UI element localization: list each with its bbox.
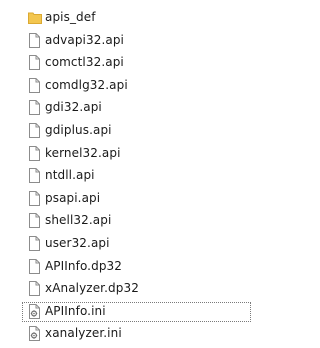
file-item[interactable]: ntdll.api bbox=[0, 165, 253, 187]
file-icon bbox=[29, 168, 40, 184]
file-item[interactable]: APIInfo.ini bbox=[0, 301, 253, 323]
file-name-label: APIInfo.dp32 bbox=[45, 258, 123, 273]
file-icon bbox=[29, 145, 40, 161]
file-name-label: comdlg32.api bbox=[45, 77, 128, 92]
file-icon bbox=[29, 122, 40, 138]
file-icon bbox=[29, 32, 40, 48]
file-name-label: comctl32.api bbox=[45, 55, 124, 70]
file-name-label: user32.api bbox=[45, 235, 110, 250]
file-item[interactable]: gdi32.api bbox=[0, 97, 253, 119]
file-item[interactable]: comdlg32.api bbox=[0, 75, 253, 97]
file-icon bbox=[29, 258, 40, 274]
file-name-label: gdiplus.api bbox=[45, 122, 112, 137]
settings-file-icon bbox=[29, 303, 40, 319]
file-icon bbox=[29, 235, 40, 251]
file-icon bbox=[29, 213, 40, 229]
file-icon bbox=[29, 55, 40, 71]
file-item[interactable]: xAnalyzer.dp32 bbox=[0, 278, 253, 300]
settings-file-icon bbox=[29, 326, 40, 342]
file-item[interactable]: xanalyzer.ini bbox=[0, 323, 253, 345]
file-item[interactable]: psapi.api bbox=[0, 188, 253, 210]
file-icon bbox=[29, 190, 40, 206]
file-icon bbox=[29, 281, 40, 297]
file-name-label: apis_def bbox=[45, 10, 96, 24]
file-item[interactable]: advapi32.api bbox=[0, 30, 253, 52]
file-name-label: ntdll.api bbox=[45, 168, 95, 183]
file-item[interactable]: APIInfo.dp32 bbox=[0, 256, 253, 278]
folder-icon bbox=[28, 11, 42, 26]
file-name-label: xanalyzer.ini bbox=[45, 326, 122, 341]
file-name-label: gdi32.api bbox=[45, 100, 102, 115]
file-name-label: kernel32.api bbox=[45, 145, 121, 160]
file-name-label: xAnalyzer.dp32 bbox=[45, 281, 139, 296]
file-icon bbox=[29, 100, 40, 116]
file-item[interactable]: gdiplus.api bbox=[0, 120, 253, 142]
file-name-label: psapi.api bbox=[45, 190, 101, 205]
file-name-label: advapi32.api bbox=[45, 32, 124, 47]
file-list: apis_def advapi32.api comctl32.api comdlg32… bbox=[0, 7, 253, 346]
file-icon bbox=[29, 77, 40, 93]
file-item[interactable]: apis_def bbox=[0, 7, 253, 29]
file-item[interactable]: kernel32.api bbox=[0, 143, 253, 165]
file-item[interactable]: shell32.api bbox=[0, 210, 253, 232]
file-name-label: shell32.api bbox=[45, 213, 112, 228]
file-item[interactable]: user32.api bbox=[0, 233, 253, 255]
file-name-label: APIInfo.ini bbox=[45, 303, 106, 318]
file-item[interactable]: comctl32.api bbox=[0, 52, 253, 74]
